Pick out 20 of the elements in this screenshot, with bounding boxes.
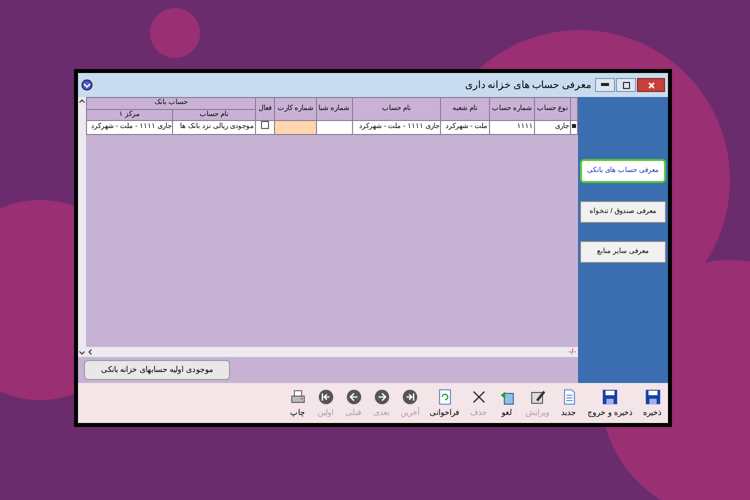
active-checkbox[interactable] (260, 121, 269, 129)
toolbar-button[interactable]: ذخیره (641, 388, 664, 418)
printer-icon (288, 388, 307, 406)
close-icon (648, 82, 654, 88)
minimize-button[interactable] (595, 78, 615, 92)
minimize-icon (601, 83, 609, 87)
toolbar-button[interactable]: ذخیره و خروج (586, 388, 635, 418)
toolbar-button[interactable]: لغو (496, 388, 518, 418)
toolbar-button[interactable]: فراخوانی (428, 388, 462, 418)
toolbar-button[interactable]: جدید (558, 388, 580, 418)
opening-balance-button[interactable]: موجودی اولیه حسابهای خزانه بانکی (84, 360, 230, 380)
window-title: معرفی حساب های خزانه داری (464, 78, 591, 92)
close-button[interactable] (637, 78, 665, 92)
app-icon (81, 79, 93, 91)
toolbar-button[interactable]: چاپ (286, 388, 309, 418)
footer-total: -/- (568, 346, 576, 357)
row-indicator[interactable] (570, 120, 578, 134)
table-cell (316, 120, 352, 134)
maximize-button[interactable] (616, 78, 636, 92)
maximize-icon (622, 82, 630, 88)
